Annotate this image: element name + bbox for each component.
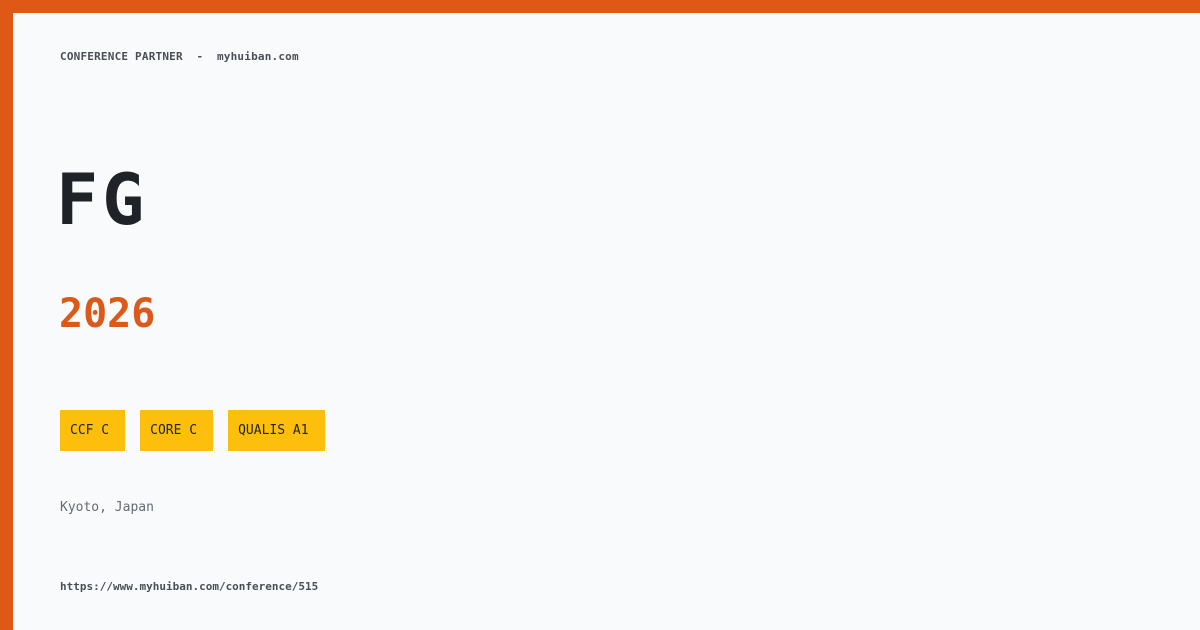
partner-label: CONFERENCE PARTNER <box>60 50 183 63</box>
partner-separator: - <box>196 50 204 63</box>
badge-core: CORE C <box>140 410 214 451</box>
badge-qualis: QUALIS A1 <box>228 410 325 451</box>
accent-border-top <box>0 0 1200 13</box>
partner-line: CONFERENCE PARTNER - myhuiban.com <box>60 50 299 63</box>
conference-url[interactable]: https://www.myhuiban.com/conference/515 <box>60 580 318 593</box>
conference-location: Kyoto, Japan <box>60 500 154 515</box>
conference-acronym: FG <box>56 159 149 241</box>
badge-ccf: CCF C <box>60 410 126 451</box>
conference-year: 2026 <box>59 291 156 337</box>
accent-border-left <box>0 0 13 630</box>
ranking-badges: CCF C CORE C QUALIS A1 <box>60 410 325 451</box>
partner-site: myhuiban.com <box>216 50 299 63</box>
